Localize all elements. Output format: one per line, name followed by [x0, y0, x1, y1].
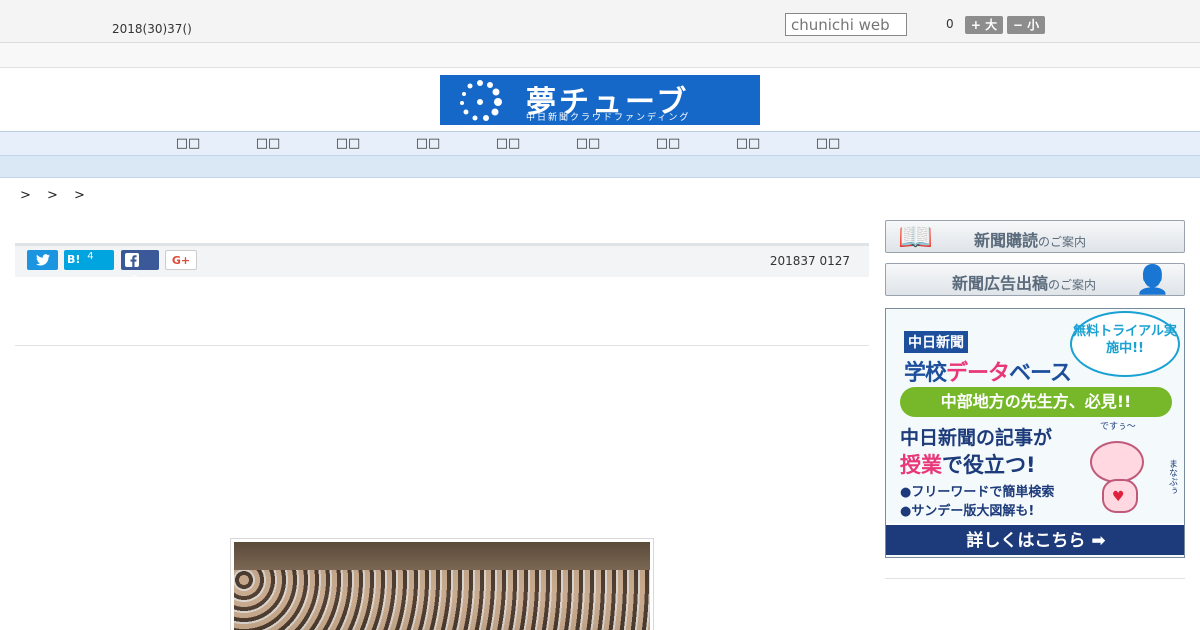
subscribe-sublabel: のご案内: [1038, 235, 1087, 249]
share-bar: B! 4 0 G+ 201837 0127: [15, 243, 869, 286]
pig-mascot-icon: ♥: [1082, 425, 1158, 517]
nav-item-2[interactable]: □□: [248, 136, 288, 151]
subscribe-banner[interactable]: 📖 新聞購読のご案内: [885, 220, 1185, 253]
divider: [15, 345, 869, 346]
crowd-photo: [234, 542, 650, 630]
breadcrumb[interactable]: > > >: [20, 188, 91, 203]
ad-details-button[interactable]: 詳しくはこちら ➡: [886, 523, 1184, 555]
search-input[interactable]: [785, 13, 907, 36]
advertise-banner[interactable]: 新聞広告出稿のご案内 👤: [885, 263, 1185, 296]
ad-headline-2: 授業で役立つ!: [900, 453, 1036, 477]
twitter-icon: [35, 254, 50, 266]
school-database-ad[interactable]: 中日新聞 学校データベース 無料トライアル実施中!! 中部地方の先生方、必見!!…: [885, 308, 1185, 558]
global-nav: □□ □□ □□ □□ □□ □□ □□ □□ □□: [0, 131, 1200, 156]
google-plus-button[interactable]: G+: [165, 250, 197, 270]
facebook-icon: [125, 253, 139, 267]
advertise-sublabel: のご案内: [1048, 278, 1097, 292]
ad-teachers-banner: 中部地方の先生方、必見!!: [900, 387, 1172, 417]
ad-mascot-name: まなぶぅ: [1167, 459, 1177, 495]
dots-logo-icon: [460, 80, 502, 121]
ad-headline-1: 中日新聞の記事が: [900, 427, 1053, 449]
nav-item-6[interactable]: □□: [568, 136, 608, 151]
facebook-count: 0: [131, 273, 138, 286]
hatena-count: 4: [87, 251, 94, 262]
nav-item-4[interactable]: □□: [408, 136, 448, 151]
ad-bullet-1: ●フリーワードで簡単検索: [900, 485, 1055, 500]
ad-trial-bubble: 無料トライアル実施中!!: [1070, 311, 1180, 377]
nav-item-7[interactable]: □□: [648, 136, 688, 151]
businessman-icon: 👤: [1135, 263, 1170, 296]
sub-nav: [0, 156, 1200, 178]
font-larger-button[interactable]: + 大: [965, 16, 1003, 34]
site-logo[interactable]: 夢チューブ 中日新聞クラウドファンディング: [440, 75, 760, 125]
hatena-bookmark-button[interactable]: B! 4: [64, 250, 114, 270]
ad-bullet-2: ●サンデー版大図解も!: [900, 504, 1035, 519]
sidebar-divider: [885, 578, 1185, 579]
font-smaller-button[interactable]: − 小: [1007, 16, 1045, 34]
published-date: 201837 0127: [769, 254, 850, 268]
ad-newspaper-name: 中日新聞: [904, 331, 968, 353]
newspaper-book-icon: 📖: [898, 220, 933, 253]
subscribe-label: 新聞購読: [974, 231, 1039, 250]
nav-item-9[interactable]: □□: [808, 136, 848, 151]
nav-item-3[interactable]: □□: [328, 136, 368, 151]
header-strip: [0, 43, 1200, 68]
article-photo[interactable]: [230, 538, 654, 630]
current-date: 2018(30)37(): [112, 22, 192, 36]
logo-subtitle: 中日新聞クラウドファンディング: [526, 113, 691, 123]
nav-item-5[interactable]: □□: [488, 136, 528, 151]
advertise-label: 新聞広告出稿: [952, 274, 1049, 293]
facebook-share-button[interactable]: 0: [121, 250, 159, 286]
nav-item-8[interactable]: □□: [728, 136, 768, 151]
font-size-value: 0: [946, 17, 954, 31]
nav-item-1[interactable]: □□: [168, 136, 208, 151]
ad-product-name: 学校データベース: [904, 361, 1072, 386]
twitter-share-button[interactable]: [27, 250, 58, 270]
hatena-icon: B!: [67, 253, 81, 266]
